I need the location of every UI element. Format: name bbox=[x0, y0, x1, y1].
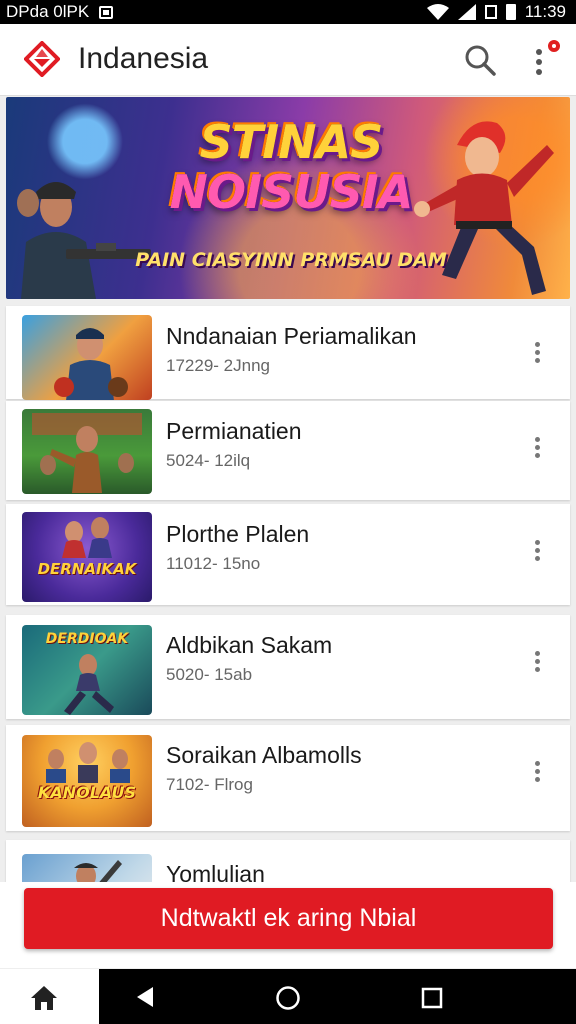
item-title: Soraikan Albamolls bbox=[166, 742, 362, 768]
banner-title-line1: STINAS bbox=[199, 115, 384, 169]
item-subtitle: 5020- 15ab bbox=[166, 665, 253, 684]
soldier-figure bbox=[17, 182, 151, 299]
thumbnail-figure bbox=[32, 413, 142, 493]
item-subtitle: 17229- 2Jnng bbox=[166, 356, 270, 375]
status-time: 11:39 bbox=[524, 2, 566, 21]
diamond-logo-icon[interactable] bbox=[24, 41, 60, 77]
list-item[interactable]: DERDIOAK Aldbikan Sakam 5020- 15ab bbox=[6, 615, 570, 719]
app-bar: Indanesia bbox=[0, 24, 576, 96]
home-icon bbox=[31, 986, 57, 1010]
item-thumbnail: KANOLAUS bbox=[22, 735, 152, 827]
item-more-icon[interactable] bbox=[528, 538, 546, 568]
sim-icon bbox=[484, 5, 497, 19]
list-item[interactable]: KANOLAUS Soraikan Albamolls 7102- Flrog bbox=[6, 725, 570, 831]
banner-subtitle: PAIN CIASYINN PRMSAU DAM bbox=[135, 249, 447, 271]
item-more-icon[interactable] bbox=[528, 759, 546, 789]
thumbnail-label: DERDIOAK bbox=[45, 631, 129, 647]
battery-icon bbox=[505, 4, 516, 20]
home-circle-icon[interactable] bbox=[275, 985, 301, 1011]
item-subtitle: 11012- 15no bbox=[166, 554, 261, 573]
item-thumbnail bbox=[22, 409, 152, 494]
item-subtitle: 7102- Flrog bbox=[166, 775, 253, 794]
item-more-icon[interactable] bbox=[528, 435, 546, 465]
item-more-icon[interactable] bbox=[528, 649, 546, 679]
status-bar: DPda 0lPK 11:39 bbox=[0, 0, 576, 24]
list-item[interactable]: Nndanaian Periamalikan 17229- 2Jnng bbox=[6, 306, 570, 400]
item-title: Permianatien bbox=[166, 418, 302, 444]
thumbnail-figure bbox=[46, 742, 130, 783]
bottom-tab-home[interactable] bbox=[0, 969, 99, 1024]
system-nav-bar bbox=[99, 969, 576, 1024]
list-item[interactable]: Permianatien 5024- 12ilq bbox=[6, 401, 570, 500]
list-item[interactable]: DERNAIKAK Plorthe Plalen 11012- 15no bbox=[6, 504, 570, 605]
signal-icon bbox=[457, 4, 476, 20]
item-more-icon[interactable] bbox=[528, 340, 546, 370]
thumbnail-label: DERNAIKAK bbox=[37, 560, 137, 578]
status-left-text: DPda 0lPK bbox=[6, 2, 90, 21]
primary-action-button[interactable]: Ndtwaktl ek aring Nbial bbox=[24, 888, 553, 949]
thumbnail-figure bbox=[64, 654, 114, 715]
item-title: Aldbikan Sakam bbox=[166, 632, 333, 658]
item-subtitle: 5024- 12ilq bbox=[166, 451, 251, 470]
back-triangle-icon[interactable] bbox=[135, 986, 155, 1008]
thumbnail-figure bbox=[54, 328, 128, 400]
item-thumbnail: DERNAIKAK bbox=[22, 512, 152, 602]
thumbnail-figure bbox=[62, 517, 112, 558]
notification-badge bbox=[546, 38, 562, 54]
item-title: Nndanaian Periamalikan bbox=[166, 323, 417, 349]
item-thumbnail: DERDIOAK bbox=[22, 625, 152, 715]
notification-icon bbox=[99, 5, 114, 19]
promo-banner[interactable]: STINAS NOISUSIA PAIN CIASYINN PRMSAU DAM bbox=[6, 97, 570, 299]
item-title: Plorthe Plalen bbox=[166, 521, 310, 547]
banner-title: STINAS NOISUSIA bbox=[156, 117, 426, 217]
banner-title-line2: NOISUSIA bbox=[169, 165, 413, 219]
hero-character bbox=[414, 121, 554, 295]
recents-square-icon[interactable] bbox=[421, 987, 443, 1009]
search-icon[interactable] bbox=[462, 42, 498, 78]
item-thumbnail bbox=[22, 315, 152, 400]
wifi-icon bbox=[426, 4, 449, 20]
thumbnail-label: KANOLAUS bbox=[37, 783, 137, 802]
app-title: Indanesia bbox=[78, 42, 209, 75]
